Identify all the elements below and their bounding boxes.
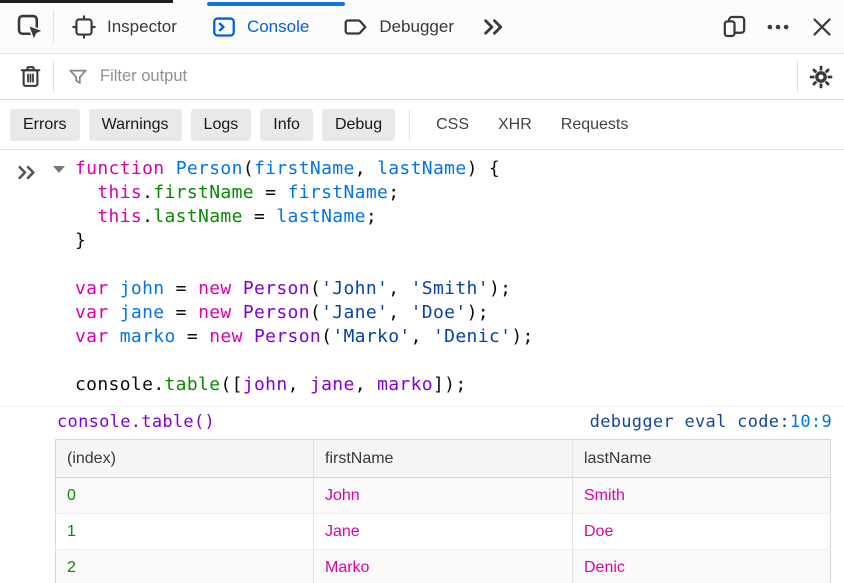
chevron-double-icon: [480, 13, 508, 41]
code-line: function Person(firstName, lastName) {: [75, 157, 534, 181]
tab-inspector-label: Inspector: [107, 17, 177, 37]
table-header-cell[interactable]: (index): [56, 440, 314, 478]
active-tab-indicator: [207, 2, 345, 6]
settings-button[interactable]: [798, 54, 844, 99]
code-line: console.table([john, jane, marko]);: [75, 373, 534, 397]
filter-css-button[interactable]: CSS: [426, 109, 479, 141]
tab-inspector[interactable]: Inspector: [54, 0, 194, 53]
table-row: 0JohnSmith: [56, 478, 831, 514]
filter-info-button[interactable]: Info: [260, 109, 313, 141]
code-line: [75, 253, 534, 277]
pick-element-icon: [16, 13, 44, 41]
console-output: function Person(firstName, lastName) { t…: [0, 150, 844, 583]
responsive-design-icon: [721, 13, 748, 40]
devtools-window: Inspector Console Debugger: [0, 0, 844, 583]
source-link-position: 10:9: [790, 412, 832, 432]
table-value-cell: Denic: [573, 550, 831, 583]
console-icon: [211, 14, 237, 40]
input-prompt-icon: [14, 159, 41, 186]
filter-output-input[interactable]: Filter output: [54, 54, 797, 99]
console-input-message: function Person(firstName, lastName) { t…: [0, 150, 844, 406]
console-table: (index)firstNamelastName 0JohnSmith1Jane…: [55, 439, 831, 583]
code-line: [75, 349, 534, 373]
clear-console-button[interactable]: [7, 54, 53, 99]
filter-input-placeholder: Filter output: [100, 67, 187, 86]
table-value-cell: Smith: [573, 478, 831, 514]
more-tabs-button[interactable]: [471, 0, 517, 53]
tab-console-label: Console: [247, 17, 309, 37]
table-value-cell: Jane: [314, 514, 573, 550]
code-line: this.lastName = lastName;: [75, 205, 534, 229]
filter-funnel-icon: [67, 66, 89, 88]
menu-button[interactable]: [756, 0, 800, 53]
console-table-wrap: (index)firstNamelastName 0JohnSmith1Jane…: [55, 439, 830, 583]
gear-icon: [808, 64, 834, 90]
filter-level-bar: Errors Warnings LogsInfo Debug CSS XHR Request…: [0, 100, 844, 150]
levelbar-separator: [409, 110, 410, 140]
table-value-cell: Marko: [314, 550, 573, 583]
console-table-label: console.table(): [57, 412, 215, 432]
filter-warnings-button[interactable]: Warnings: [89, 109, 182, 141]
table-index-cell: 2: [56, 550, 314, 583]
table-row: 2MarkoDenic: [56, 550, 831, 583]
devtools-toolbar: Inspector Console Debugger: [0, 0, 844, 54]
trash-icon: [18, 64, 43, 89]
filter-requests-button[interactable]: Requests: [551, 109, 639, 141]
table-index-cell: 0: [56, 478, 314, 514]
close-button[interactable]: [800, 0, 844, 53]
top-edge-dark-strip: [0, 0, 173, 3]
message-gutter: [0, 157, 75, 397]
source-link-file: debugger eval code: [590, 412, 780, 432]
table-header-row: (index)firstNamelastName: [56, 440, 831, 478]
code-line: }: [75, 229, 534, 253]
tab-console[interactable]: Console: [194, 0, 326, 53]
code-line: var john = new Person('John', 'Smith');: [75, 277, 534, 301]
responsive-design-button[interactable]: [712, 0, 756, 53]
tab-debugger-label: Debugger: [379, 17, 454, 37]
filter-xhr-button[interactable]: XHR: [488, 109, 542, 141]
pick-element-button[interactable]: [7, 0, 53, 53]
code-line: var jane = new Person('Jane', 'Doe');: [75, 301, 534, 325]
table-row: 1JaneDoe: [56, 514, 831, 550]
meatball-menu-icon: [765, 14, 791, 40]
inspector-icon: [71, 14, 97, 40]
close-icon: [810, 15, 834, 39]
table-index-cell: 1: [56, 514, 314, 550]
source-link-separator: :: [779, 412, 790, 432]
filter-debug-button[interactable]: Debug: [322, 109, 395, 141]
debugger-icon: [343, 14, 369, 40]
code-line: var marko = new Person('Marko', 'Denic')…: [75, 325, 534, 349]
console-filter-bar: Filter output: [0, 54, 844, 100]
table-value-cell: John: [314, 478, 573, 514]
filter-logs-button[interactable]: Logs: [191, 109, 252, 141]
table-value-cell: Doe: [573, 514, 831, 550]
table-header-cell[interactable]: firstName: [314, 440, 573, 478]
tab-debugger[interactable]: Debugger: [326, 0, 471, 53]
code-line: this.firstName = firstName;: [75, 181, 534, 205]
collapse-caret-icon[interactable]: [53, 166, 65, 173]
console-table-message: console.table() debugger eval code:10:9: [0, 406, 844, 437]
table-header-cell[interactable]: lastName: [573, 440, 831, 478]
source-link[interactable]: debugger eval code:10:9: [590, 412, 832, 432]
console-input-code: function Person(firstName, lastName) { t…: [75, 157, 534, 397]
filter-errors-button[interactable]: Errors: [10, 109, 80, 141]
